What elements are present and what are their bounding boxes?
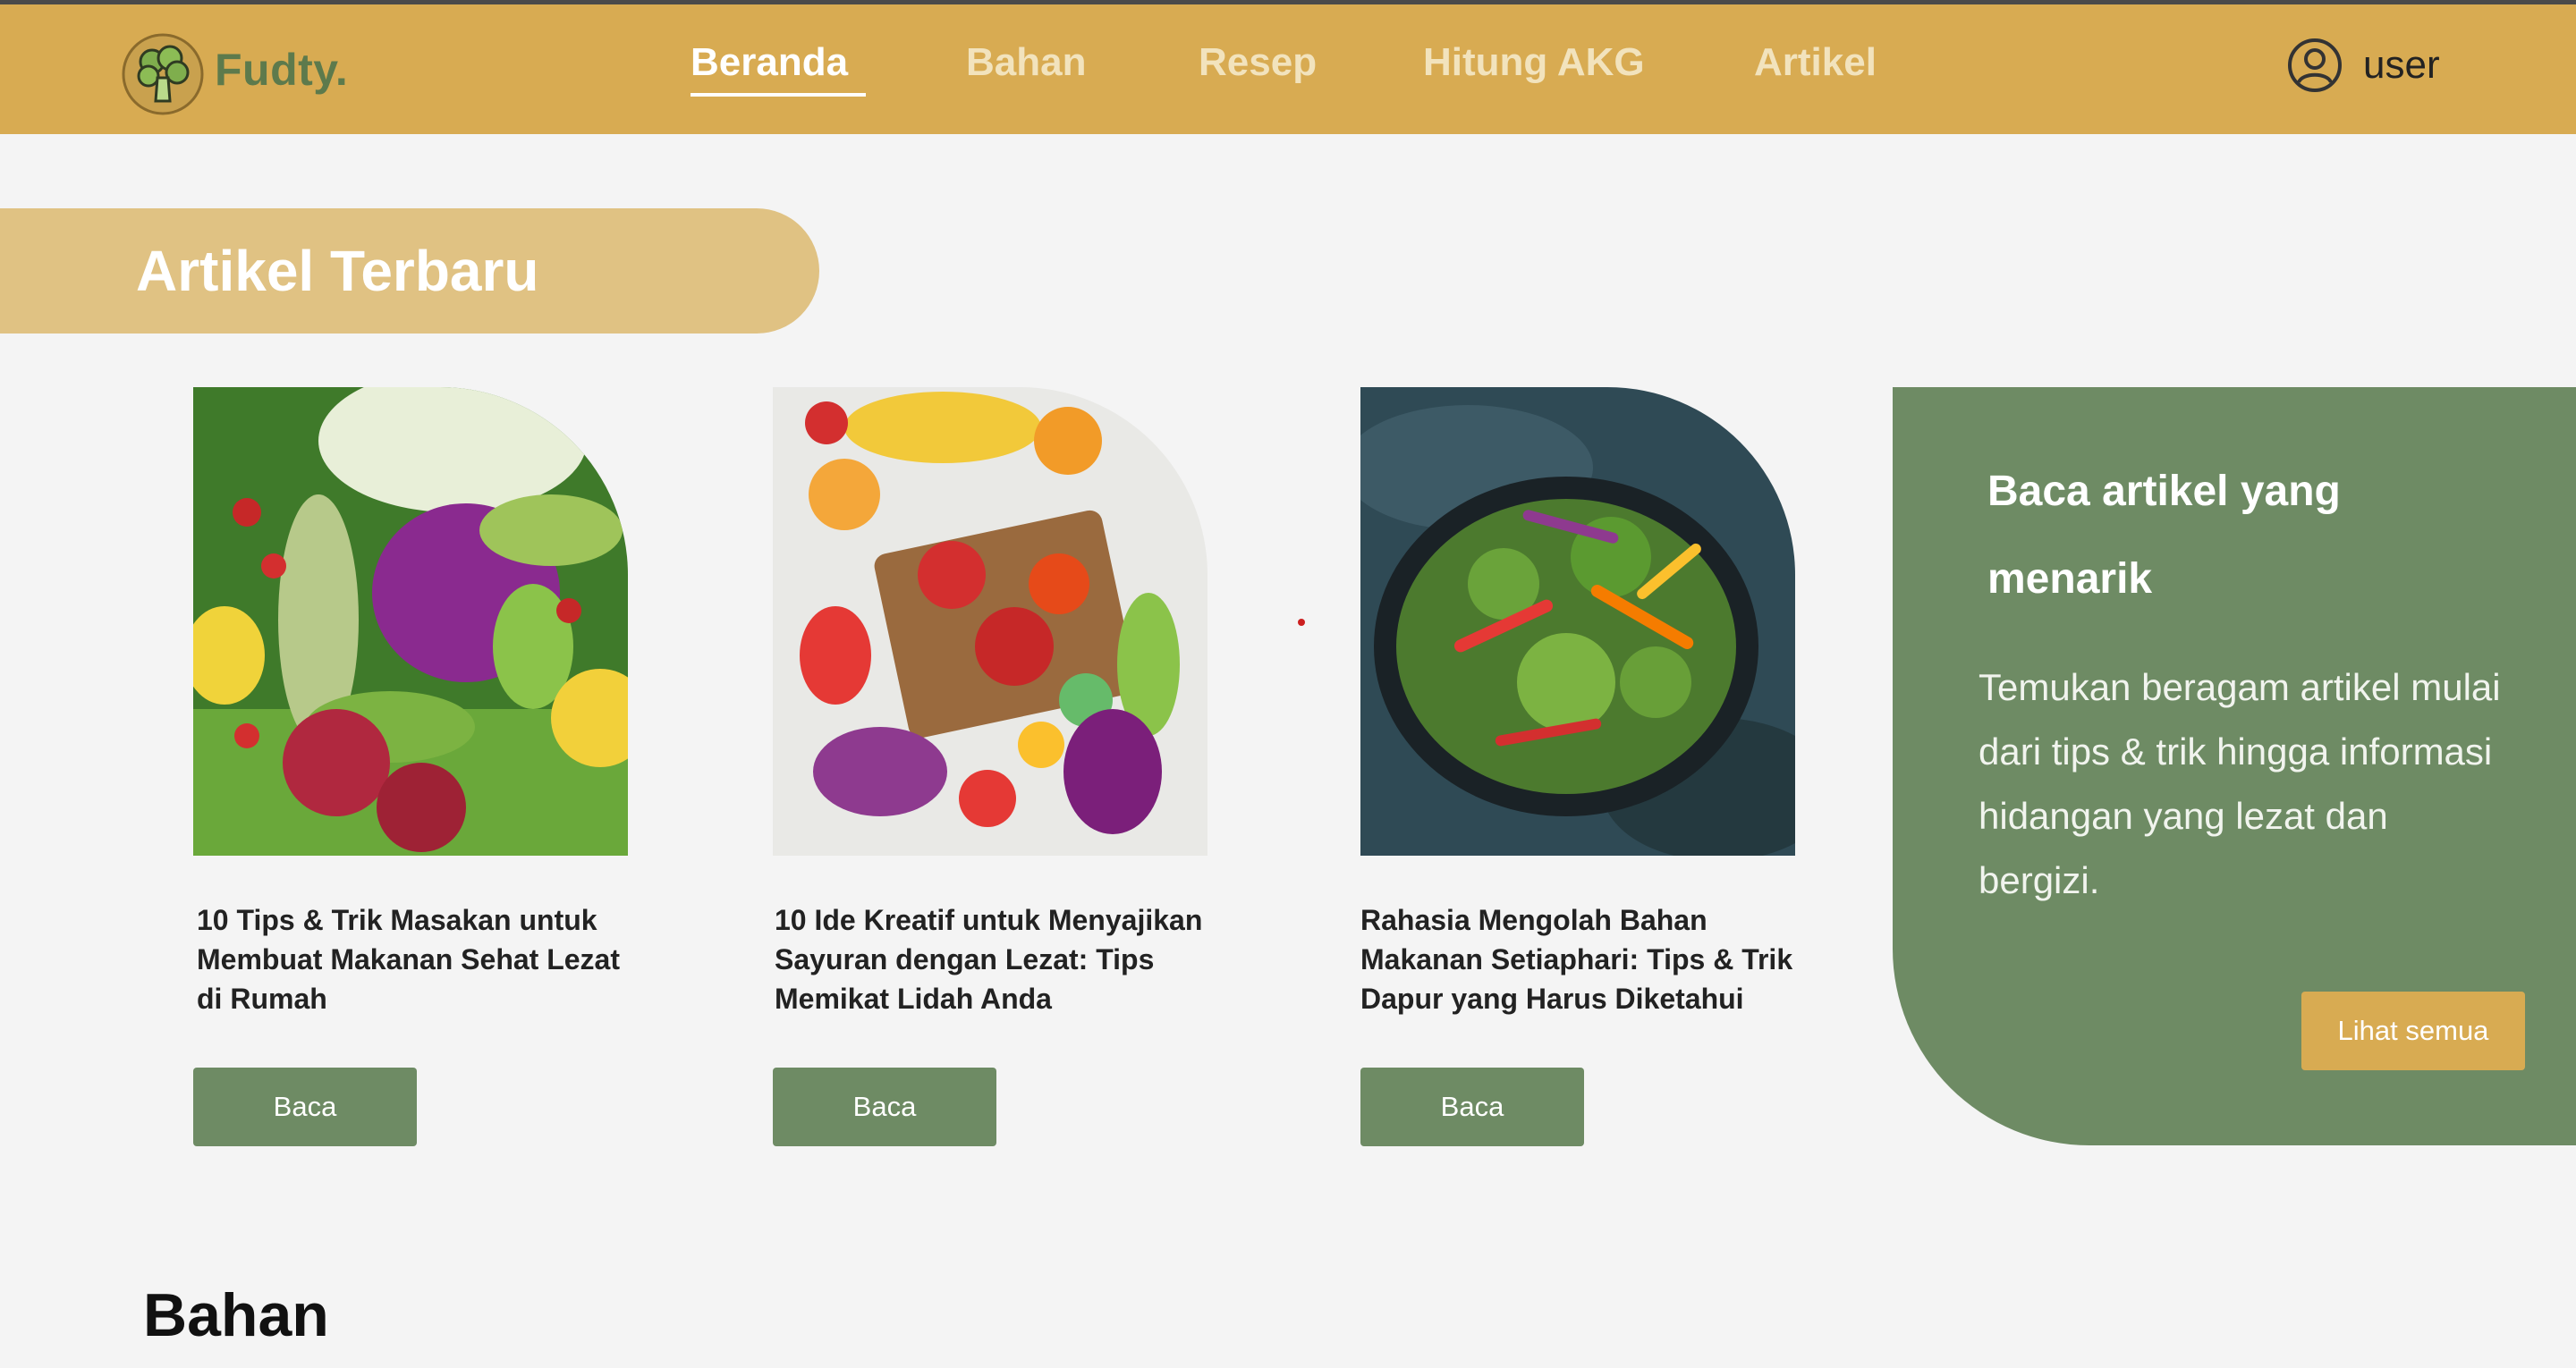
nav-link-hitung-akg[interactable]: Hitung AKG [1423, 40, 1645, 85]
user-circle-icon[interactable] [2286, 37, 2343, 94]
active-nav-underline [691, 93, 866, 97]
nav-link-resep[interactable]: Resep [1199, 40, 1317, 85]
article-title-1[interactable]: 10 Tips & Trik Masakan untuk Membuat Mak… [197, 900, 635, 1018]
broccoli-logo-icon[interactable] [120, 31, 206, 117]
article-image-vegetables[interactable] [193, 387, 628, 856]
promo-title: Baca artikel yang menarik [1987, 468, 2341, 603]
baca-button-2[interactable]: Baca [773, 1068, 996, 1146]
article-title-3[interactable]: Rahasia Mengolah Bahan Makanan Setiaphar… [1360, 900, 1799, 1018]
nav-link-bahan[interactable]: Bahan [966, 40, 1086, 85]
article-title-2[interactable]: 10 Ide Kreatif untuk Menyajikan Sayuran … [775, 900, 1213, 1018]
nav-link-artikel[interactable]: Artikel [1754, 40, 1877, 85]
user-name[interactable]: user [2363, 43, 2440, 88]
nav-link-beranda[interactable]: Beranda [691, 40, 848, 85]
brand-name[interactable]: Fudty. [215, 44, 348, 96]
promo-description: Temukan beragam artikel mulai dari tips … [1979, 666, 2501, 901]
top-navbar: Fudty. Beranda Bahan Resep Hitung AKG Ar… [0, 4, 2576, 134]
lihat-semua-button[interactable]: Lihat semua [2301, 992, 2525, 1070]
baca-button-3[interactable]: Baca [1360, 1068, 1584, 1146]
section-title-bahan: Bahan [143, 1281, 329, 1349]
cursor-dot [1298, 619, 1305, 626]
baca-button-1[interactable]: Baca [193, 1068, 417, 1146]
article-image-fruits-board[interactable] [773, 387, 1208, 856]
promo-panel: Baca artikel yang menarik Temukan beraga… [1893, 387, 2576, 1145]
article-image-salad-plate[interactable] [1360, 387, 1795, 856]
section-banner-title: Artikel Terbaru [136, 239, 539, 303]
